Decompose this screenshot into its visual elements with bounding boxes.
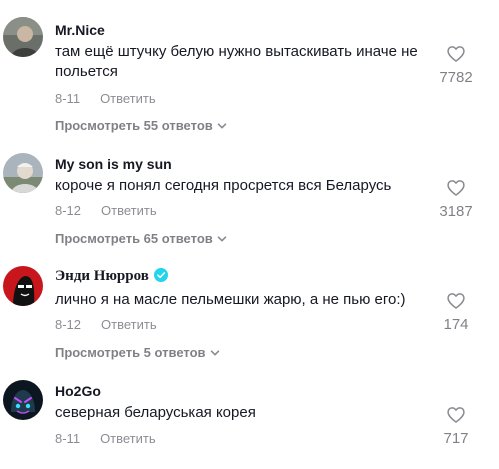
comment-date: 8-11 (55, 431, 81, 446)
view-replies-button[interactable]: Просмотреть 55 ответов (55, 118, 227, 134)
like-control: 717 (431, 405, 481, 448)
chevron-down-icon (217, 236, 227, 242)
like-control: 3187 (431, 178, 481, 221)
heart-outline-icon[interactable] (446, 405, 466, 425)
reply-button[interactable]: Ответить (101, 317, 157, 332)
verified-badge-icon (153, 268, 168, 282)
comment-text: короче я понял сегодня просрется вся Бел… (55, 177, 392, 194)
heart-outline-icon[interactable] (446, 44, 466, 64)
comment-text: лично я на масле пельмешки жарю, а не пь… (55, 291, 406, 308)
comment-meta: 8-12 Ответить (55, 203, 157, 219)
view-replies-label: Просмотреть 65 ответов (55, 231, 213, 246)
avatar[interactable] (3, 380, 43, 420)
reply-button[interactable]: Ответить (100, 431, 156, 446)
like-control: 174 (431, 291, 481, 334)
reply-button[interactable]: Ответить (101, 203, 157, 218)
comment-text: там ещё штучку белую нужно вытаскивать и… (55, 43, 418, 80)
like-count: 3187 (439, 203, 473, 220)
comment-username[interactable]: Mr.Nice (55, 21, 105, 39)
comment-date: 8-12 (55, 203, 82, 218)
heart-outline-icon[interactable] (446, 178, 466, 198)
comment-text: северная беларуськая корея (55, 404, 256, 421)
reply-button[interactable]: Ответить (100, 91, 156, 106)
avatar[interactable] (3, 153, 43, 193)
view-replies-button[interactable]: Просмотреть 65 ответов (55, 231, 227, 247)
comment-date: 8-12 (55, 317, 82, 332)
like-count: 7782 (439, 69, 473, 86)
chevron-down-icon (217, 123, 227, 129)
view-replies-label: Просмотреть 55 ответов (55, 118, 213, 133)
like-control: 7782 (431, 44, 481, 87)
comment-username[interactable]: My son is my sun (55, 155, 172, 173)
comment-username[interactable]: Ho2Go (55, 382, 101, 400)
comment-date: 8-11 (55, 91, 81, 106)
comment-username[interactable]: Энди Нюрров (55, 267, 168, 285)
comment-meta: 8-11 Ответить (55, 91, 156, 107)
chevron-down-icon (210, 350, 219, 356)
avatar[interactable] (3, 17, 43, 57)
view-replies-label: Просмотреть 5 ответов (55, 345, 206, 360)
comment-meta: 8-12 Ответить (55, 317, 157, 333)
heart-outline-icon[interactable] (446, 291, 466, 311)
username-text: Энди Нюрров (55, 268, 149, 284)
like-count: 174 (443, 316, 469, 333)
avatar[interactable] (3, 266, 43, 306)
comment-meta: 8-11 Ответить (55, 431, 156, 447)
like-count: 717 (443, 430, 469, 447)
view-replies-button[interactable]: Просмотреть 5 ответов (55, 345, 220, 361)
